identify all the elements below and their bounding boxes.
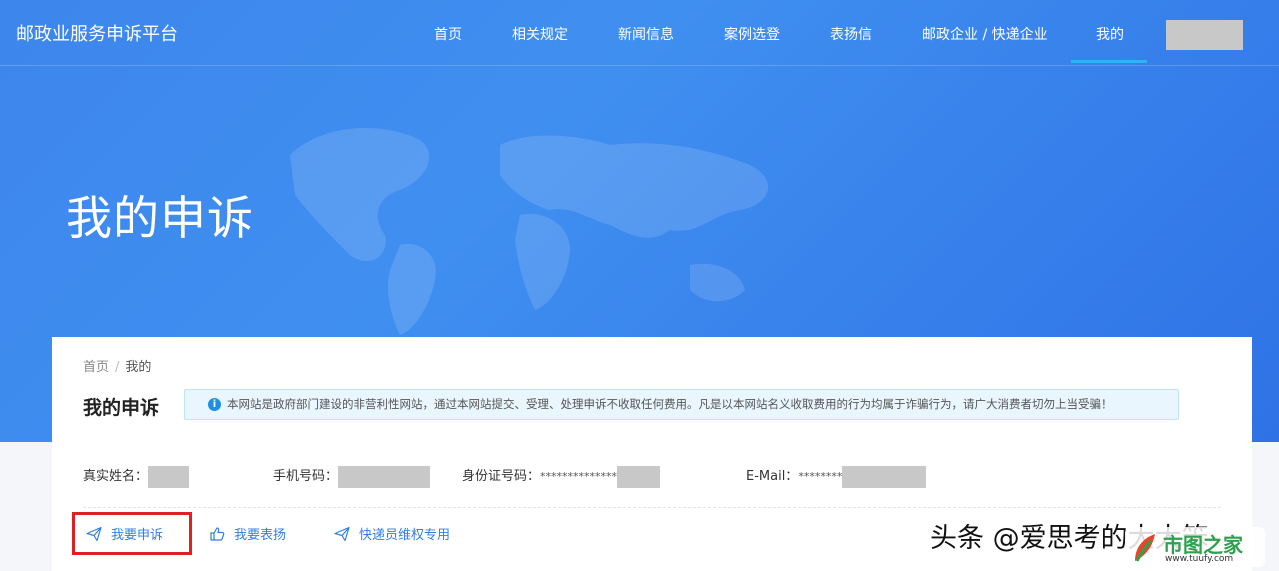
user-account-redacted[interactable] xyxy=(1166,20,1243,50)
active-nav-indicator xyxy=(1071,60,1147,63)
profile-id: 身份证号码：************** xyxy=(462,465,661,488)
breadcrumb-home[interactable]: 首页 xyxy=(83,360,109,375)
notice-text: 本网站是政府部门建设的非营利性网站，通过本网站提交、受理、处理申诉不收取任何费用… xyxy=(227,397,1113,411)
complain-label: 我要申诉 xyxy=(111,528,164,543)
nav-item-cases[interactable]: 案例选登 xyxy=(724,24,780,44)
divider xyxy=(83,507,1221,508)
nav-item-praise-letters[interactable]: 表扬信 xyxy=(830,24,872,44)
paper-plane-icon xyxy=(334,526,350,542)
breadcrumb-separator: / xyxy=(115,360,120,375)
nav-item-enterprises[interactable]: 邮政企业 / 快递企业 xyxy=(922,24,1048,44)
notice-banner: i 本网站是政府部门建设的非营利性网站，通过本网站提交、受理、处理申诉不收取任何… xyxy=(184,389,1179,420)
id-value-redacted xyxy=(617,465,661,488)
site-brand[interactable]: 邮政业服务申诉平台 xyxy=(16,20,178,46)
email-value-redacted xyxy=(842,465,927,488)
name-value-redacted xyxy=(148,465,190,488)
thumbs-up-icon xyxy=(210,527,225,541)
praise-label: 我要表扬 xyxy=(234,528,287,543)
nav-item-regulations[interactable]: 相关规定 xyxy=(512,24,568,44)
leaf-logo-icon xyxy=(1135,534,1155,562)
top-navigation-bar: 邮政业服务申诉平台 首页 相关规定 新闻信息 案例选登 表扬信 邮政企业 / 快… xyxy=(0,0,1279,66)
email-value: ******** xyxy=(798,470,843,483)
complain-button[interactable]: 我要申诉 xyxy=(86,524,163,543)
watermark-logo: 市图之家 www.tuufy.com xyxy=(1125,527,1265,567)
nav-item-mine[interactable]: 我的 xyxy=(1096,24,1124,44)
id-value: ************** xyxy=(540,470,618,483)
nav-item-news[interactable]: 新闻信息 xyxy=(618,24,674,44)
breadcrumb-current: 我的 xyxy=(125,360,152,375)
courier-rights-button[interactable]: 快递员维权专用 xyxy=(334,524,450,543)
world-map-graphic xyxy=(290,128,769,335)
breadcrumb: 首页 / 我的 xyxy=(83,356,151,375)
name-label: 真实姓名： xyxy=(83,469,149,484)
paper-plane-icon xyxy=(86,526,102,542)
profile-email: E-Mail：******** xyxy=(746,465,927,488)
phone-label: 手机号码： xyxy=(273,469,339,484)
courier-rights-label: 快递员维权专用 xyxy=(359,528,451,543)
id-label: 身份证号码： xyxy=(462,469,541,484)
info-icon: i xyxy=(208,398,221,411)
hero-title: 我的申诉 xyxy=(66,191,254,245)
watermark-logo-url: www.tuufy.com xyxy=(1165,554,1234,564)
page-title: 我的申诉 xyxy=(83,397,160,419)
nav-item-home[interactable]: 首页 xyxy=(434,24,462,44)
phone-value-redacted xyxy=(338,465,431,488)
praise-button[interactable]: 我要表扬 xyxy=(209,524,286,543)
profile-name: 真实姓名： xyxy=(83,465,190,488)
email-label: E-Mail： xyxy=(746,469,799,484)
profile-phone: 手机号码： xyxy=(273,465,431,488)
